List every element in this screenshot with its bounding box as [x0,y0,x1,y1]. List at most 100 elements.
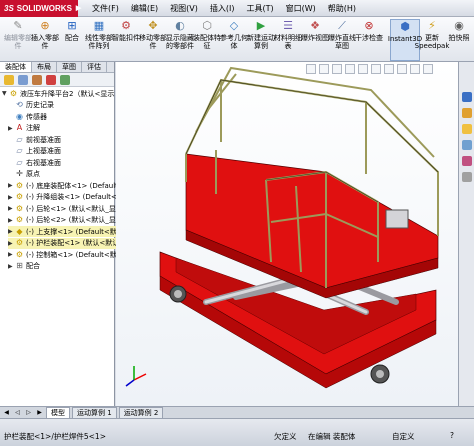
expand-arrow-icon[interactable]: ▶ [8,240,15,247]
file-explorer-icon[interactable] [462,124,472,134]
dimxpert-icon[interactable] [46,75,56,85]
tab-model[interactable]: 模型 [46,406,70,419]
sensor-icon: ◉ [16,111,23,121]
command-bom-button[interactable]: ☰ 材料明细表 [273,19,303,61]
command-smart-fastener-button[interactable]: ⚙ 智能扣件 [111,19,141,61]
command-show-hidden-button[interactable]: ◐ 显示隐藏的零部件 [165,19,195,61]
menu-help[interactable]: 帮助(H) [322,0,362,17]
tree-item-label: (-) 后轮<1> (默认<默认_显... [26,204,123,213]
tab-layout[interactable]: 布局 [32,62,57,72]
tree-item[interactable]: ✛ 原点 [8,169,40,180]
menu-file[interactable]: 文件(F) [86,0,125,17]
expand-arrow-icon[interactable]: ▶ [8,217,15,224]
property-manager-icon[interactable] [18,75,28,85]
command-label: 智能扣件 [112,34,140,42]
status-units[interactable]: 自定义 [392,431,415,442]
menu-insert[interactable]: 插入(I) [204,0,241,17]
tree-item[interactable]: ▶ ⊞ 配合 [8,261,40,272]
menu-tools[interactable]: 工具(T) [240,0,279,17]
help-icon[interactable]: ? [450,431,454,440]
expand-arrow-icon[interactable]: ▶ [8,263,15,270]
tree-item[interactable]: ▶ ⚙ (-) 后轮<1> (默认<默认_显... [8,203,122,214]
menu-view[interactable]: 视图(V) [164,0,204,17]
command-insert-component-button[interactable]: ⊕ 插入零部件 [30,19,60,61]
tree-item[interactable]: ▶ ⚙ (-) 护栏装配<1> (默认<默认 [8,237,120,249]
tree-item[interactable]: ▶ ⚙ (-) 后轮<2> (默认<默认_显... [8,215,122,226]
command-speedpak-button[interactable]: ⚡ 更新Speedpak [415,19,450,61]
tree-item[interactable]: ▱ 右视基准面 [8,157,61,168]
menu-edit[interactable]: 编辑(E) [125,0,164,17]
next-tab-icon[interactable]: ▷ [24,408,33,417]
solidworks-window: 3S SOLIDWORKS ▶ 文件(F) 编辑(E) 视图(V) 插入(I) … [0,0,474,446]
command-mate-button[interactable]: ⊞ 配合 [57,19,87,61]
appearances-icon[interactable] [462,156,472,166]
part-icon: ◆ [16,226,23,236]
lift-platform-model[interactable] [116,62,458,406]
expand-arrow-icon[interactable]: ▼ [2,90,9,97]
tab-sketch[interactable]: 草图 [57,62,82,72]
reference-geometry-icon: ◇ [229,19,239,32]
history-icon: ⟲ [16,100,23,109]
command-new-motion-study-button[interactable]: ▶ 新建运动算例 [246,19,276,61]
command-reference-geometry-button[interactable]: ◇ 参考几何体 [219,19,249,61]
tree-item[interactable]: ▱ 前视基准面 [8,134,61,145]
command-exploded-view-button[interactable]: ❖ 爆炸视图 [300,19,330,61]
solidworks-resources-icon[interactable] [462,92,472,102]
menu-window[interactable]: 窗口(W) [280,0,322,17]
last-tab-icon[interactable]: ▶ [35,408,44,417]
tree-item-label: 传感器 [26,112,47,121]
tab-evaluate[interactable]: 评估 [82,62,107,72]
graphics-area[interactable] [116,62,458,406]
command-label: 爆炸直线草图 [328,34,356,50]
command-snapshot-button[interactable]: ◉ 拍快照 [444,19,474,61]
command-manager: ✎ 编辑零部件 ⊕ 插入零部件 ⊞ 配合 ▦ 线性零部件阵列 ⚙ 智能扣件 ✥ 移动零部件 ◐ 显示隐藏的… [0,17,474,62]
tree-item[interactable]: ◉ 传感器 [8,111,47,122]
expand-arrow-icon[interactable]: ▶ [8,125,15,132]
tab-motion-study-1[interactable]: 运动算例 1 [72,406,117,419]
design-library-icon[interactable] [462,108,472,118]
view-palette-icon[interactable] [462,140,472,150]
command-explode-line-sketch-button[interactable]: ⟋ 爆炸直线草图 [327,19,357,61]
solidworks-logo[interactable]: 3S SOLIDWORKS ▶ [0,0,81,17]
tree-item[interactable]: ▶ ⚙ (-) 升降组装<1> (Default<默认 [8,192,131,203]
command-linear-pattern-button[interactable]: ▦ 线性零部件阵列 [84,19,114,61]
expand-arrow-icon[interactable]: ▶ [8,205,15,212]
display-manager-icon[interactable] [60,75,70,85]
snapshot-icon: ◉ [454,19,464,32]
tree-item-label: (-) 控制箱<1> (Default<默认 [26,250,124,259]
status-definition: 欠定义 [274,432,297,441]
plane-icon: ▱ [16,146,23,155]
instant3d-icon: ⬢ [400,20,410,33]
expand-arrow-icon[interactable]: ▶ [8,194,15,201]
expand-arrow-icon[interactable]: ▶ [8,251,15,258]
command-assembly-feature-button[interactable]: ⬡ 装配体特征 [192,19,222,61]
move-component-icon: ✥ [148,19,158,32]
tree-item[interactable]: ▶ ⚙ (-) 控制箱<1> (Default<默认 [8,249,124,260]
exploded-view-icon: ❖ [310,19,320,32]
tree-item[interactable]: ▼ ⚙ 液压车升降平台2（默认<显示 [2,88,114,99]
tab-motion-study-2[interactable]: 运动算例 2 [118,406,164,419]
feature-manager-icon[interactable] [4,75,14,85]
assembly-icon: ⚙ [15,249,24,259]
tree-item[interactable]: ▱ 上视基准面 [8,146,61,157]
custom-properties-icon[interactable] [462,172,472,182]
first-tab-icon[interactable]: ◀ [2,408,11,417]
new-motion-study-icon: ▶ [256,19,266,32]
tree-item-label: 历史记录 [26,101,54,109]
prev-tab-icon[interactable]: ◁ [13,408,22,417]
tab-assembly[interactable]: 装配体 [0,62,32,72]
command-move-component-button[interactable]: ✥ 移动零部件 [138,19,168,61]
logo-text: SOLIDWORKS [16,3,72,13]
tree-item[interactable]: ▶ A 注解 [8,123,40,134]
bom-icon: ☰ [283,19,293,32]
expand-arrow-icon[interactable]: ▶ [8,228,15,235]
tree-item[interactable]: ▶ ◆ (-) 上支撑<1> (Default<默认 [8,226,124,237]
tree-item[interactable]: ⟲ 历史记录 [8,100,54,111]
command-interference-check-button[interactable]: ⊗ 干涉检查 [354,19,384,61]
command-label: 新建运动算例 [247,34,275,50]
expand-arrow-icon[interactable]: ▶ [8,182,15,189]
tree-item-label: 液压车升降平台2（默认<显示 [20,89,115,98]
configuration-manager-icon[interactable] [32,75,42,85]
tree-item[interactable]: ▶ ⚙ (-) 底座装配体<1> (Default<默 [8,180,131,191]
assembly-icon: ⚙ [15,238,24,247]
